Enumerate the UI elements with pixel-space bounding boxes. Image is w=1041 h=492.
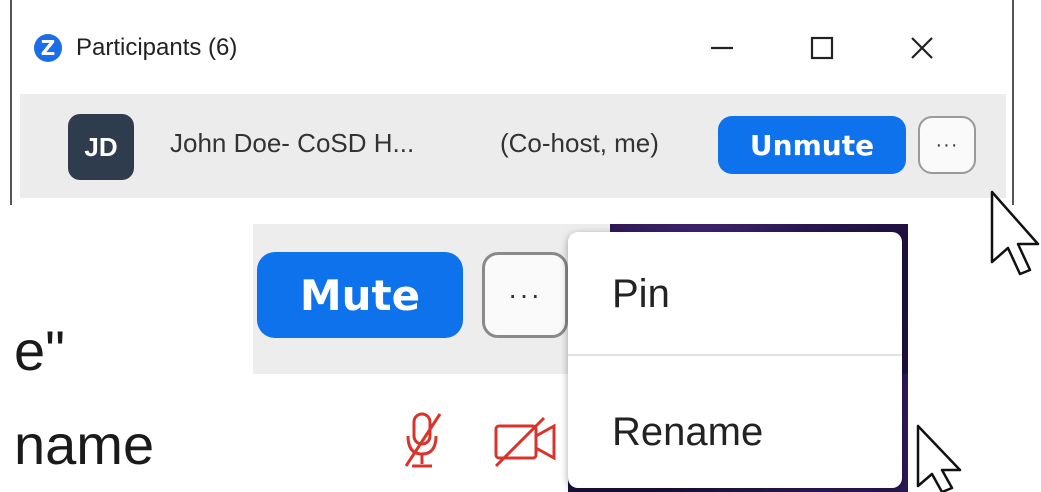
participant-more-button[interactable]: ··· <box>918 116 976 174</box>
unmute-button[interactable]: Unmute <box>718 116 906 174</box>
mouse-cursor-icon <box>990 190 1040 276</box>
menu-divider <box>568 354 902 356</box>
participant-name: John Doe- CoSD H... <box>170 128 415 158</box>
close-button[interactable] <box>872 24 972 72</box>
slide-text-fragment-2: name <box>14 413 155 476</box>
minimize-icon <box>711 46 733 50</box>
maximize-button[interactable] <box>772 24 872 72</box>
window-title: Participants (6) <box>76 34 238 61</box>
menu-item-rename[interactable]: Rename <box>612 410 763 455</box>
mouse-cursor-icon <box>916 424 962 492</box>
video-off-icon <box>494 416 556 468</box>
video-more-button[interactable]: ··· <box>482 252 568 338</box>
window-controls <box>672 24 972 72</box>
mute-button[interactable]: Mute <box>257 252 463 338</box>
maximize-icon <box>810 36 834 60</box>
avatar: JD <box>68 114 134 180</box>
menu-item-pin[interactable]: Pin <box>612 272 670 317</box>
mic-muted-icon <box>404 412 442 468</box>
zoom-logo-icon: Z <box>34 34 62 62</box>
participant-role: (Co-host, me) <box>500 128 659 158</box>
title-bar: Z Participants (6) <box>20 18 1000 78</box>
minimize-button[interactable] <box>672 24 772 72</box>
participant-context-menu: Pin Rename <box>568 232 902 488</box>
close-icon <box>911 37 933 59</box>
slide-text-fragment-1: e" <box>14 319 66 382</box>
participant-row[interactable]: JD John Doe- CoSD H... (Co-host, me) Unm… <box>20 94 1006 198</box>
